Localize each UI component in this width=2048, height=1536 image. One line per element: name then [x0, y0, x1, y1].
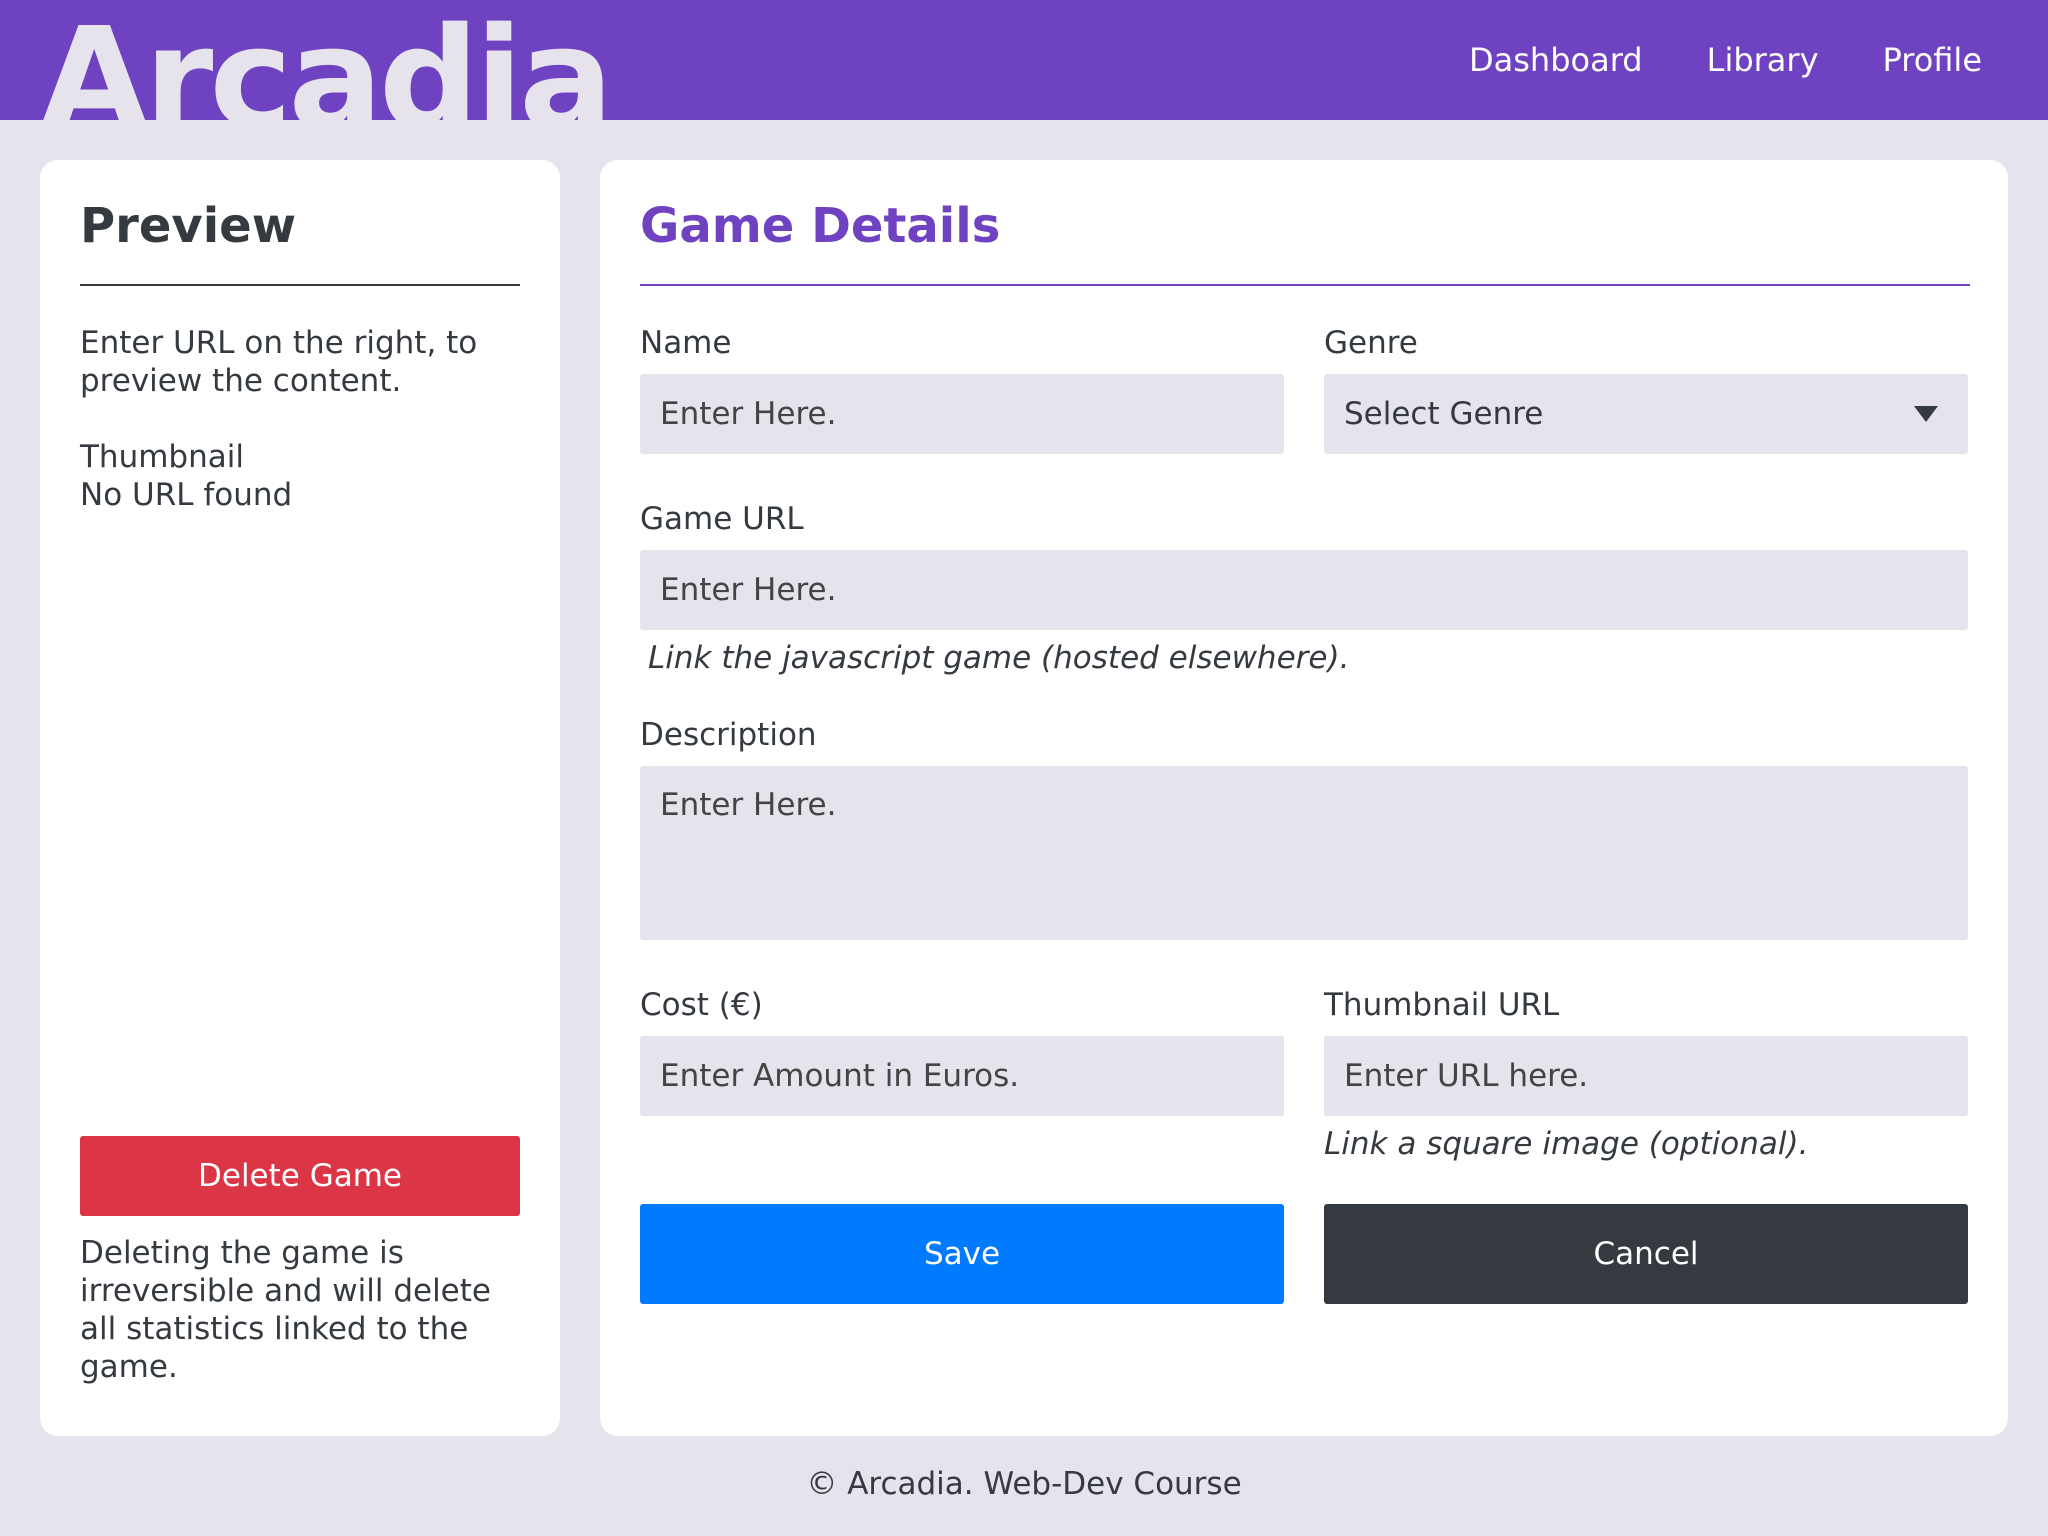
- nav-link-profile[interactable]: Profile: [1883, 41, 1983, 79]
- cost-label: Cost (€): [640, 987, 763, 1023]
- thumbnail-url-help: Link a square image (optional).: [1324, 1126, 1809, 1162]
- genre-label: Genre: [1324, 325, 1418, 361]
- name-input[interactable]: [640, 374, 1284, 454]
- app-logo[interactable]: Arcadia: [40, 10, 614, 121]
- description-label: Description: [640, 717, 817, 753]
- thumbnail-label: Thumbnail: [80, 439, 244, 475]
- preview-panel: Preview Enter URL on the right, to previ…: [40, 160, 560, 1436]
- top-navbar: Arcadia Dashboard Library Profile: [0, 0, 2048, 120]
- thumbnail-status: No URL found: [80, 477, 293, 513]
- game-url-input[interactable]: [640, 550, 1968, 630]
- preview-title: Preview: [80, 198, 297, 254]
- thumbnail-url-label: Thumbnail URL: [1324, 987, 1560, 1023]
- nav-link-library[interactable]: Library: [1707, 41, 1819, 79]
- name-label: Name: [640, 325, 732, 361]
- delete-game-button[interactable]: Delete Game: [80, 1136, 520, 1216]
- description-textarea[interactable]: [640, 766, 1968, 940]
- form-divider: [640, 284, 1970, 286]
- genre-selected-value: Select Genre: [1344, 396, 1544, 432]
- delete-warning: Deleting the game is irreversible and wi…: [80, 1235, 491, 1385]
- preview-intro: Enter URL on the right, to preview the c…: [80, 325, 478, 399]
- main-nav: Dashboard Library Profile: [1405, 0, 2048, 120]
- cost-input[interactable]: [640, 1036, 1284, 1116]
- genre-select[interactable]: Select Genre: [1324, 374, 1968, 454]
- game-details-form: Game Details Name Genre Select Genre Gam…: [600, 160, 2008, 1436]
- chevron-down-icon: [1914, 406, 1938, 422]
- cancel-button[interactable]: Cancel: [1324, 1204, 1968, 1304]
- thumbnail-url-input[interactable]: [1324, 1036, 1968, 1116]
- game-url-help: Link the javascript game (hosted elsewhe…: [648, 640, 1350, 676]
- game-url-label: Game URL: [640, 501, 804, 537]
- footer: © Arcadia. Web-Dev Course: [806, 1466, 1242, 1502]
- save-button[interactable]: Save: [640, 1204, 1284, 1304]
- nav-link-dashboard[interactable]: Dashboard: [1469, 41, 1643, 79]
- form-title: Game Details: [640, 198, 1001, 254]
- preview-divider: [80, 284, 520, 286]
